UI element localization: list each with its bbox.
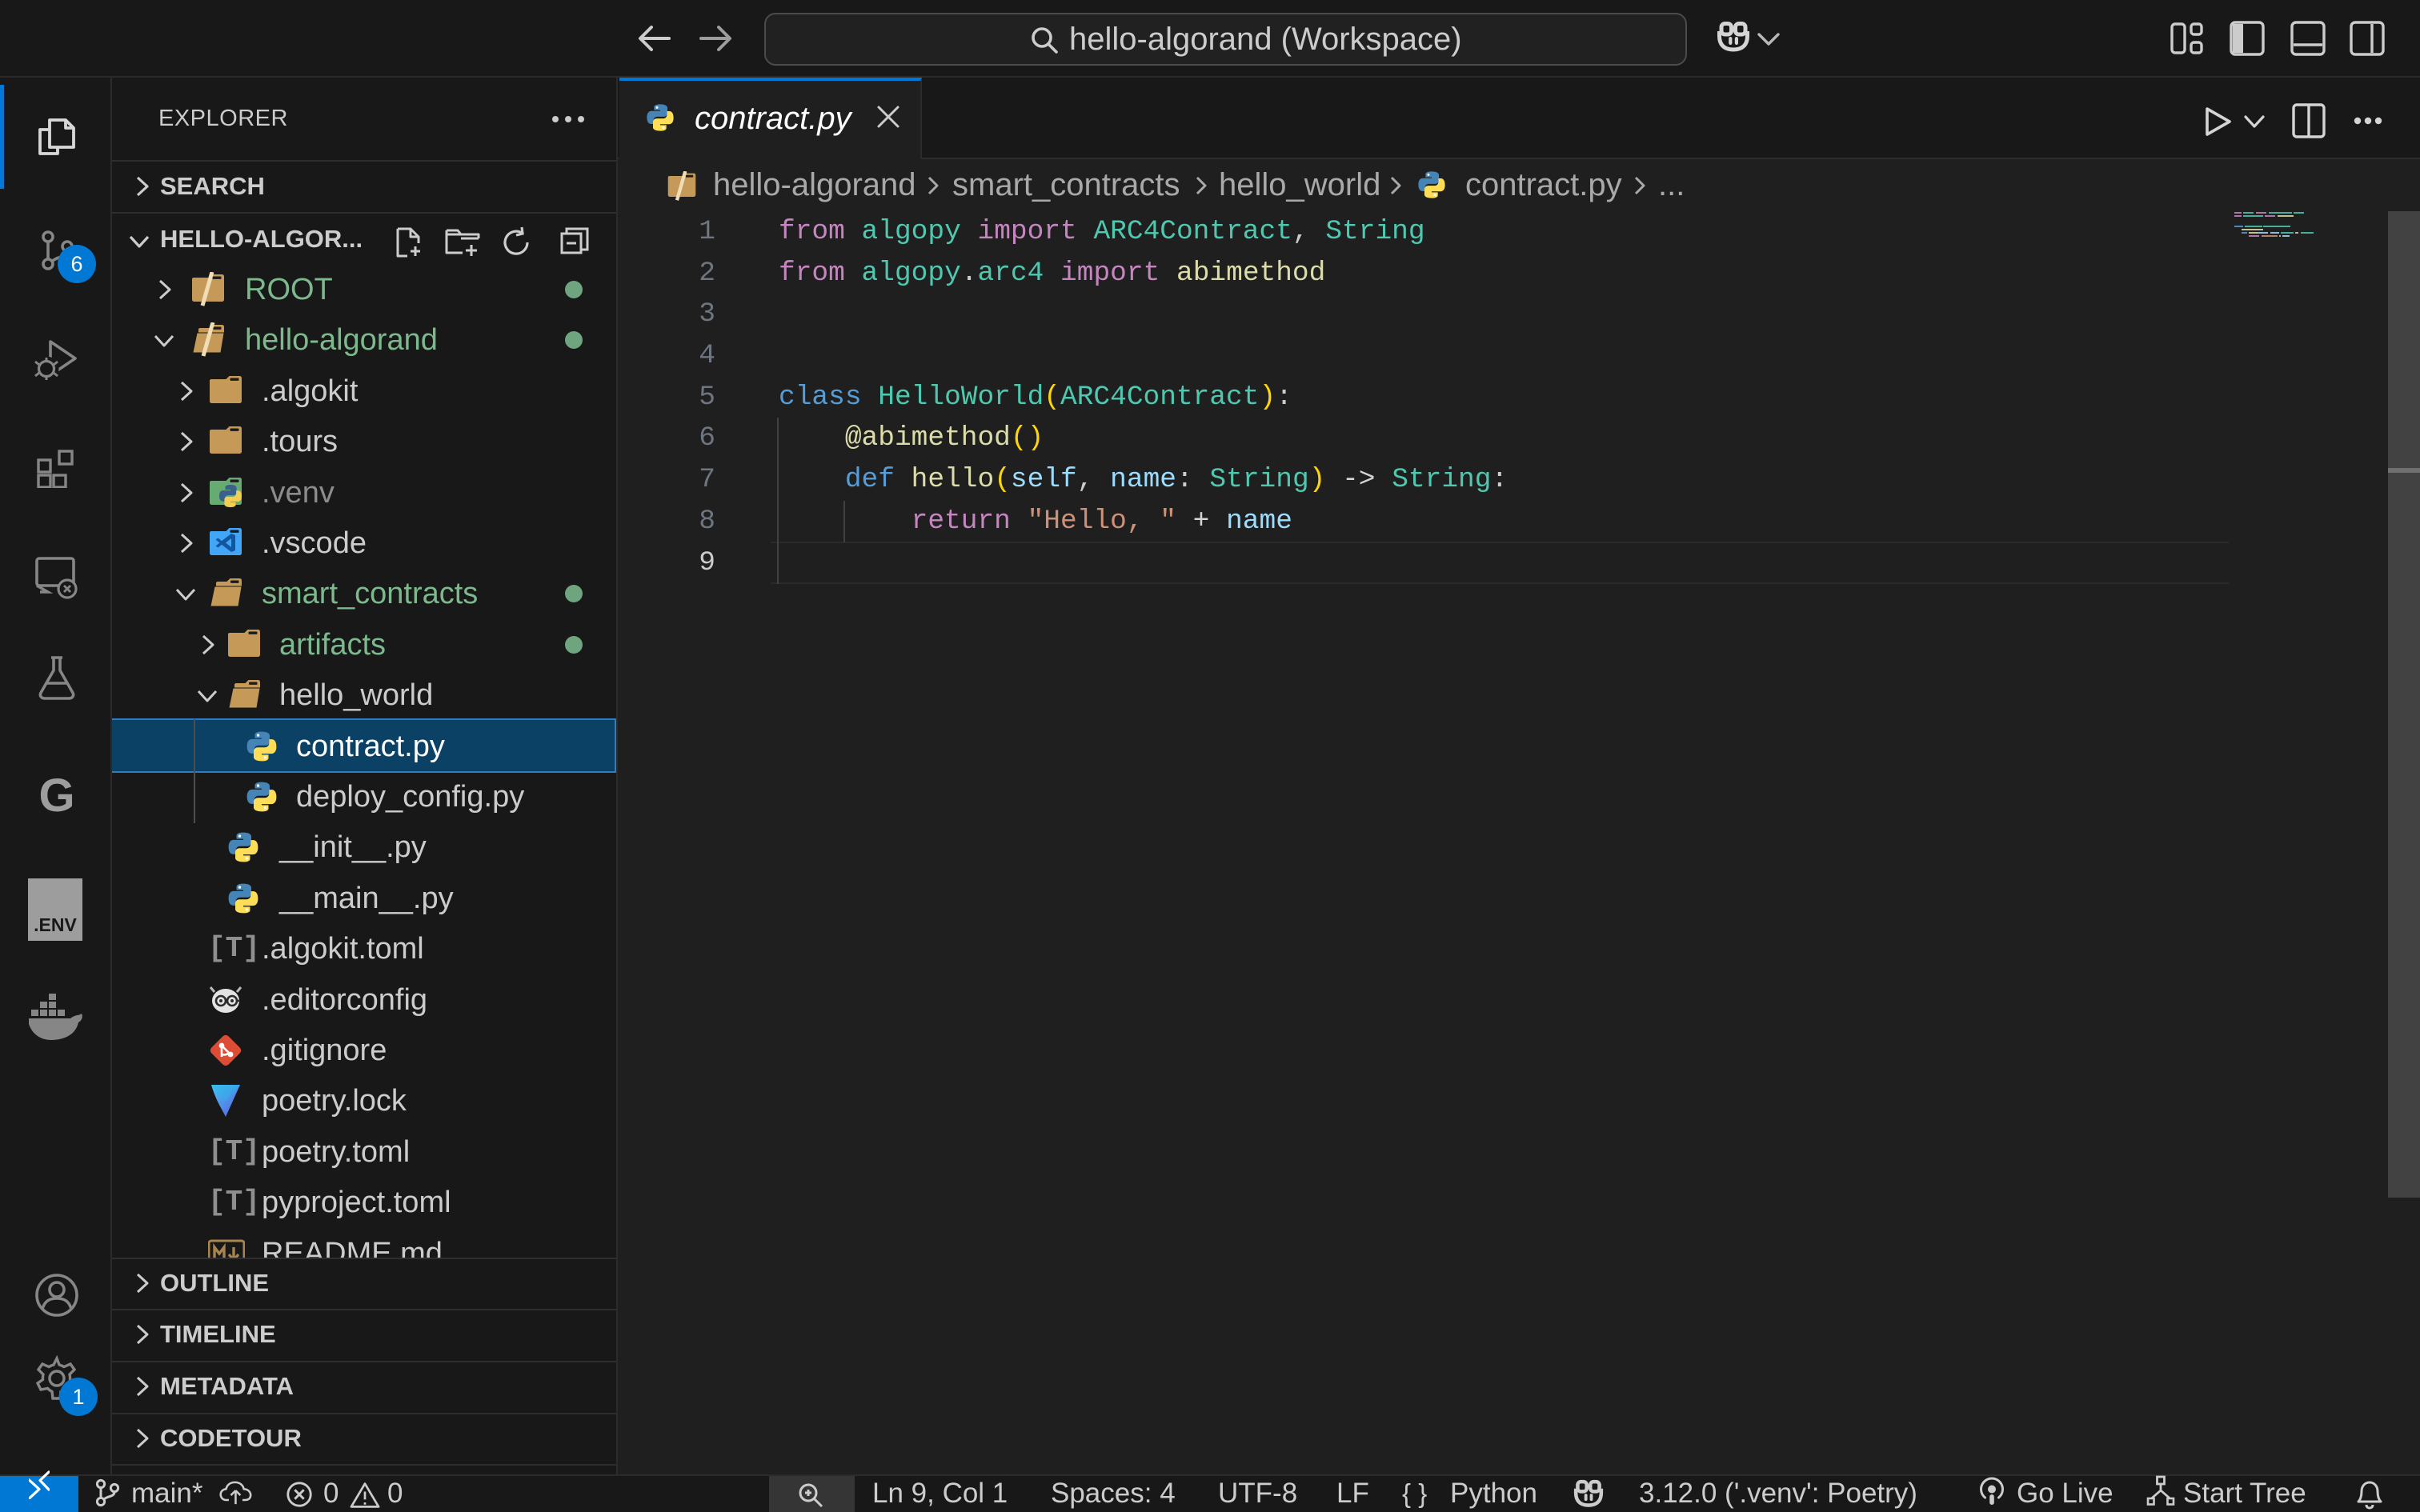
svg-text:G: G: [38, 773, 74, 822]
